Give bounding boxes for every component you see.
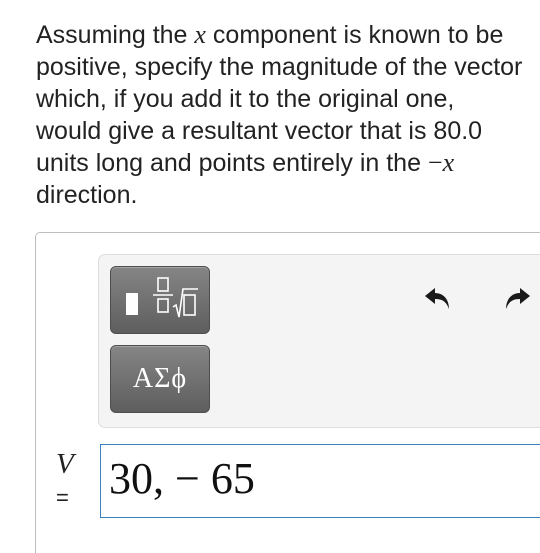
redo-arrow-icon[interactable] [500, 282, 532, 314]
question-text-end: direction. [36, 181, 138, 209]
greek-symbols-label: ΑΣϕ [132, 363, 188, 394]
question-text-start: Assuming the [36, 21, 195, 49]
math-variable-x: x [194, 20, 206, 49]
math-minus-sign: − [427, 148, 443, 177]
answer-value: 30, − 65 [109, 454, 255, 503]
math-variable-x-negative: x [442, 148, 455, 177]
question-text: Assuming the x component is known to be … [36, 19, 526, 211]
fraction-sqrt-template-icon [126, 277, 198, 318]
answer-input-field[interactable]: 30, − 65 [100, 444, 540, 518]
templates-button[interactable] [110, 266, 210, 334]
undo-arrow-icon[interactable] [423, 282, 455, 314]
answer-variable-label: V [56, 448, 74, 480]
equals-sign-label: = [56, 485, 69, 510]
greek-symbols-button[interactable]: ΑΣϕ [110, 345, 210, 413]
